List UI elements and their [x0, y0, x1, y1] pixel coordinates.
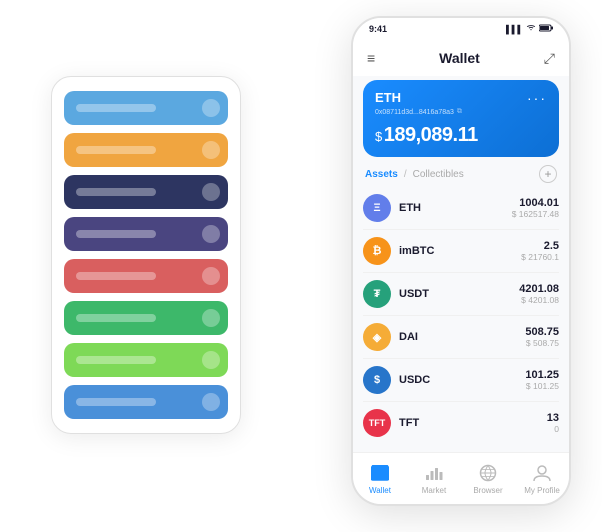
tab-assets[interactable]: Assets	[365, 169, 398, 180]
wallet-nav-label: Wallet	[369, 486, 391, 495]
browser-icon	[477, 462, 499, 484]
bottom-nav: Wallet Market	[353, 452, 569, 504]
asset-amount: 101.25	[525, 369, 559, 381]
list-item[interactable]: Ξ ETH 1004.01 $ 162517.48	[363, 187, 559, 230]
menu-icon[interactable]: ≡	[367, 50, 375, 66]
list-item[interactable]: ₿ imBTC 2.5 $ 21760.1	[363, 230, 559, 273]
asset-usd: $ 4201.08	[519, 295, 559, 305]
card-row[interactable]	[64, 217, 228, 251]
status-icons: ▌▌▌	[506, 24, 553, 34]
card-row[interactable]	[64, 385, 228, 419]
eth-card-dots[interactable]: ···	[527, 90, 547, 106]
asset-amounts: 1004.01 $ 162517.48	[512, 197, 559, 219]
asset-symbol: USDT	[399, 288, 519, 300]
signal-icon: ▌▌▌	[506, 25, 523, 34]
asset-usd: $ 21760.1	[521, 252, 559, 262]
asset-amount: 1004.01	[512, 197, 559, 209]
asset-amount: 4201.08	[519, 283, 559, 295]
card-row[interactable]	[64, 259, 228, 293]
eth-address: 0x08711d3d...8416a78a3 ⧉	[375, 108, 547, 116]
asset-symbol: DAI	[399, 331, 525, 343]
eth-icon: Ξ	[363, 194, 391, 222]
market-icon	[423, 462, 445, 484]
card-row[interactable]	[64, 175, 228, 209]
profile-icon	[531, 462, 553, 484]
phone-mockup: 9:41 ▌▌▌	[351, 16, 571, 506]
list-item[interactable]: TFT TFT 13 0	[363, 402, 559, 444]
usdc-icon: $	[363, 366, 391, 394]
bottom-nav-wallet[interactable]: Wallet	[353, 462, 407, 495]
asset-amount: 13	[547, 412, 559, 424]
asset-amounts: 13 0	[547, 412, 559, 434]
page-title: Wallet	[439, 50, 480, 66]
bottom-nav-browser[interactable]: Browser	[461, 462, 515, 495]
asset-usd: $ 508.75	[525, 338, 559, 348]
add-asset-button[interactable]: +	[539, 165, 557, 183]
tab-collectibles[interactable]: Collectibles	[413, 169, 464, 180]
asset-symbol: USDC	[399, 374, 525, 386]
asset-amount: 2.5	[521, 240, 559, 252]
dai-icon: ◈	[363, 323, 391, 351]
scene: 9:41 ▌▌▌	[21, 16, 581, 516]
eth-card-label: ETH	[375, 90, 401, 105]
imbtc-icon: ₿	[363, 237, 391, 265]
list-item[interactable]: $ USDC 101.25 $ 101.25	[363, 359, 559, 402]
list-item[interactable]: ₮ USDT 4201.08 $ 4201.08	[363, 273, 559, 316]
asset-usd: 0	[547, 424, 559, 434]
asset-amount: 508.75	[525, 326, 559, 338]
browser-nav-label: Browser	[473, 486, 502, 495]
tab-divider: /	[404, 169, 407, 180]
eth-card: ETH ··· 0x08711d3d...8416a78a3 ⧉ $189,08…	[363, 80, 559, 157]
wallet-icon	[369, 462, 391, 484]
asset-amounts: 101.25 $ 101.25	[525, 369, 559, 391]
copy-icon[interactable]: ⧉	[457, 108, 462, 116]
wifi-icon	[526, 24, 536, 34]
bottom-nav-market[interactable]: Market	[407, 462, 461, 495]
profile-nav-label: My Profile	[524, 486, 560, 495]
usdt-icon: ₮	[363, 280, 391, 308]
asset-symbol: TFT	[399, 417, 547, 429]
expand-icon[interactable]: ⤢	[544, 50, 555, 67]
asset-usd: $ 162517.48	[512, 209, 559, 219]
market-nav-label: Market	[422, 486, 446, 495]
bottom-nav-profile[interactable]: My Profile	[515, 462, 569, 495]
list-item[interactable]: ◈ DAI 508.75 $ 508.75	[363, 316, 559, 359]
status-time: 9:41	[369, 24, 387, 34]
status-bar: 9:41 ▌▌▌	[353, 18, 569, 40]
asset-usd: $ 101.25	[525, 381, 559, 391]
asset-symbol: ETH	[399, 202, 512, 214]
card-row[interactable]	[64, 343, 228, 377]
asset-amounts: 508.75 $ 508.75	[525, 326, 559, 348]
card-row[interactable]	[64, 133, 228, 167]
card-stack	[51, 76, 241, 434]
assets-tabs: Assets / Collectibles	[365, 169, 464, 180]
battery-icon	[539, 24, 553, 34]
eth-balance: $189,089.11	[375, 124, 547, 147]
card-row[interactable]	[64, 301, 228, 335]
nav-bar: ≡ Wallet ⤢	[353, 40, 569, 76]
asset-symbol: imBTC	[399, 245, 521, 257]
assets-header: Assets / Collectibles +	[353, 165, 569, 183]
asset-amounts: 4201.08 $ 4201.08	[519, 283, 559, 305]
card-row[interactable]	[64, 91, 228, 125]
tft-icon: TFT	[363, 409, 391, 437]
asset-amounts: 2.5 $ 21760.1	[521, 240, 559, 262]
asset-list: Ξ ETH 1004.01 $ 162517.48 ₿ imBTC 2.5 $ …	[353, 187, 569, 452]
